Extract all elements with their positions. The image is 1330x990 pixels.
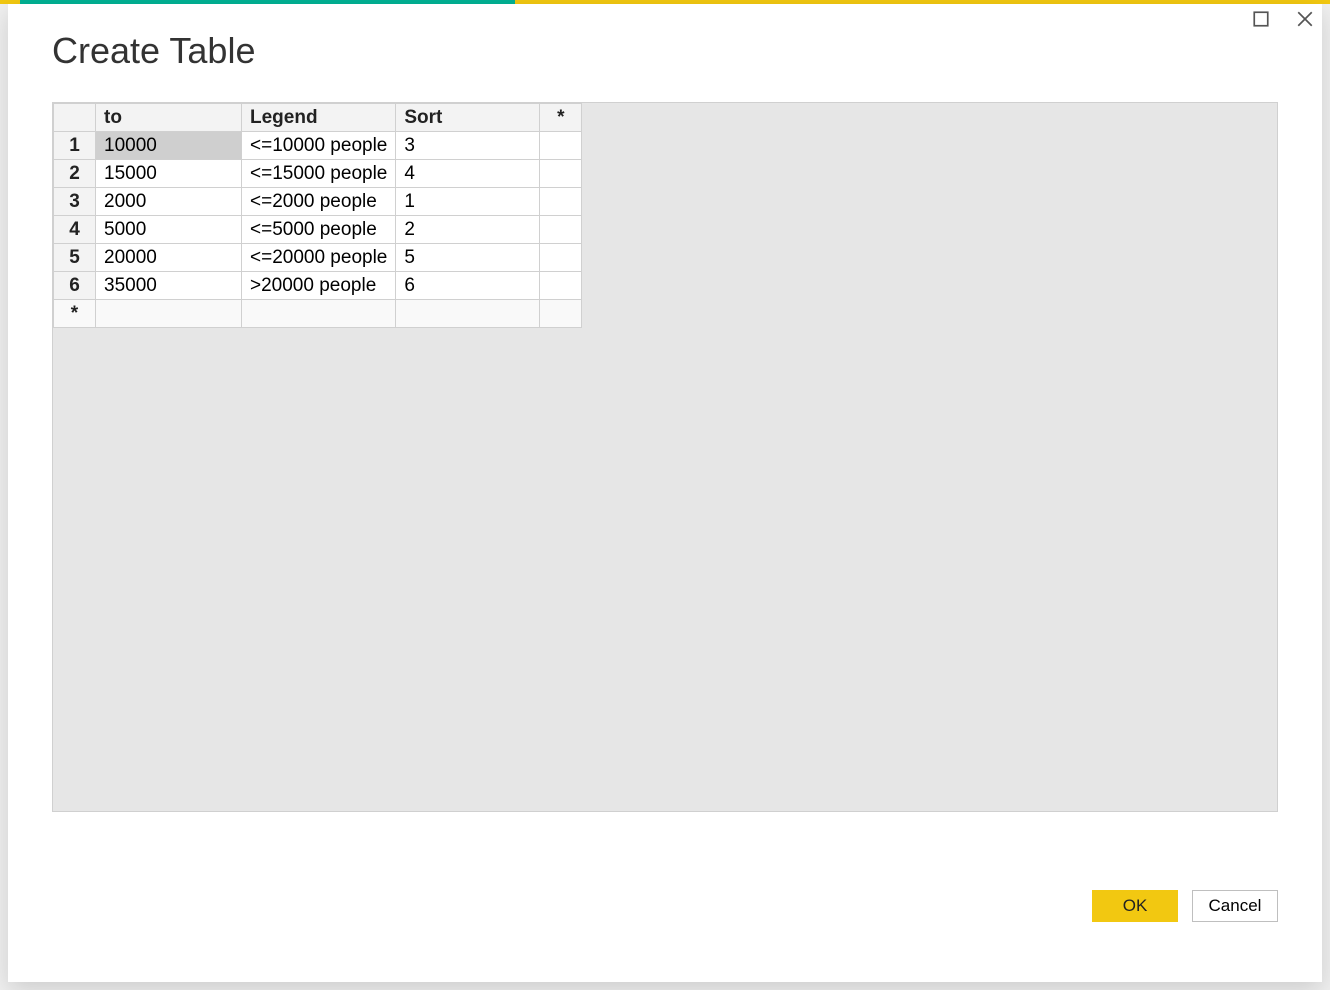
table-row[interactable]: 635000>20000 people6 (54, 272, 582, 300)
cell-star[interactable] (540, 216, 582, 244)
new-row[interactable]: * (54, 300, 582, 328)
ok-button[interactable]: OK (1092, 890, 1178, 922)
cell-to[interactable]: 10000 (96, 132, 242, 160)
new-row-marker[interactable]: * (54, 300, 96, 328)
new-cell-to[interactable] (96, 300, 242, 328)
row-number-cell[interactable]: 6 (54, 272, 96, 300)
cell-to[interactable]: 35000 (96, 272, 242, 300)
cell-star[interactable] (540, 272, 582, 300)
cell-star[interactable] (540, 132, 582, 160)
new-cell-star[interactable] (540, 300, 582, 328)
cell-legend[interactable]: <=10000 people (242, 132, 396, 160)
column-header-star[interactable]: * (540, 104, 582, 132)
cell-to[interactable]: 2000 (96, 188, 242, 216)
row-number-cell[interactable]: 3 (54, 188, 96, 216)
cell-sort[interactable]: 5 (396, 244, 540, 272)
data-grid-area[interactable]: to Legend Sort * 110000<=10000 people321… (52, 102, 1278, 812)
table-row[interactable]: 45000<=5000 people2 (54, 216, 582, 244)
create-table-dialog: Create Table to Legend Sort * 110000<=10… (8, 4, 1322, 982)
row-number-header[interactable] (54, 104, 96, 132)
cell-star[interactable] (540, 244, 582, 272)
column-header-sort[interactable]: Sort (396, 104, 540, 132)
cell-legend[interactable]: <=20000 people (242, 244, 396, 272)
cell-to[interactable]: 5000 (96, 216, 242, 244)
cell-sort[interactable]: 2 (396, 216, 540, 244)
table-row[interactable]: 110000<=10000 people3 (54, 132, 582, 160)
header-row: to Legend Sort * (54, 104, 582, 132)
cell-legend[interactable]: >20000 people (242, 272, 396, 300)
maximize-icon[interactable] (1252, 10, 1270, 33)
cell-star[interactable] (540, 160, 582, 188)
cell-legend[interactable]: <=2000 people (242, 188, 396, 216)
dialog-title: Create Table (52, 30, 255, 72)
table-row[interactable]: 520000<=20000 people5 (54, 244, 582, 272)
cancel-button[interactable]: Cancel (1192, 890, 1278, 922)
cell-sort[interactable]: 1 (396, 188, 540, 216)
close-icon[interactable] (1296, 10, 1314, 33)
row-number-cell[interactable]: 5 (54, 244, 96, 272)
dialog-footer: OK Cancel (1092, 890, 1278, 922)
table-row[interactable]: 32000<=2000 people1 (54, 188, 582, 216)
row-number-cell[interactable]: 2 (54, 160, 96, 188)
new-cell-sort[interactable] (396, 300, 540, 328)
cell-legend[interactable]: <=5000 people (242, 216, 396, 244)
column-header-to[interactable]: to (96, 104, 242, 132)
table-row[interactable]: 215000<=15000 people4 (54, 160, 582, 188)
cell-star[interactable] (540, 188, 582, 216)
cell-sort[interactable]: 4 (396, 160, 540, 188)
cell-to[interactable]: 15000 (96, 160, 242, 188)
cell-legend[interactable]: <=15000 people (242, 160, 396, 188)
cell-sort[interactable]: 3 (396, 132, 540, 160)
column-header-legend[interactable]: Legend (242, 104, 396, 132)
row-number-cell[interactable]: 4 (54, 216, 96, 244)
cell-sort[interactable]: 6 (396, 272, 540, 300)
cell-to[interactable]: 20000 (96, 244, 242, 272)
row-number-cell[interactable]: 1 (54, 132, 96, 160)
new-cell-legend[interactable] (242, 300, 396, 328)
data-grid[interactable]: to Legend Sort * 110000<=10000 people321… (53, 103, 582, 328)
